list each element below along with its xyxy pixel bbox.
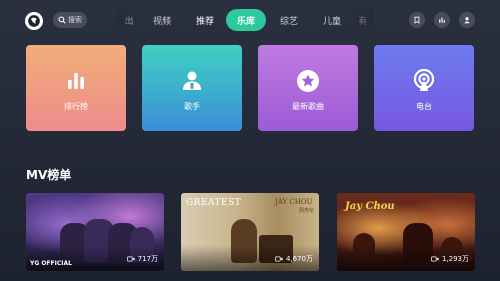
category-card-radio[interactable]: 电台 bbox=[374, 45, 474, 131]
view-count: 1,293万 bbox=[430, 254, 469, 264]
mv-thumbnail-1[interactable]: YG OFFICIAL 717万 bbox=[26, 193, 164, 271]
chart-bars-icon bbox=[63, 68, 89, 94]
tab-variety[interactable]: 综艺 bbox=[266, 9, 312, 31]
bookmark-icon bbox=[414, 16, 420, 24]
category-card-singers[interactable]: 歌手 bbox=[142, 45, 242, 131]
section-title-mv: MV榜单 bbox=[26, 168, 72, 182]
search-button[interactable]: 搜索 bbox=[53, 12, 87, 28]
equalizer-button[interactable] bbox=[434, 12, 450, 28]
tab-kids[interactable]: 儿童 bbox=[312, 9, 352, 31]
category-card-new-songs[interactable]: 最新歌曲 bbox=[258, 45, 358, 131]
profile-button[interactable] bbox=[459, 12, 475, 28]
app-root: 搜索 出 视频 推荐 乐库 综艺 儿童 有 排行榜 歌手 最新歌曲 电台 MV榜… bbox=[0, 0, 500, 281]
equalizer-icon bbox=[439, 17, 445, 23]
bookmark-button[interactable] bbox=[409, 12, 425, 28]
category-card-charts[interactable]: 排行榜 bbox=[26, 45, 126, 131]
view-count-value: 4,670万 bbox=[285, 255, 313, 263]
cover-title-left: GREATEST bbox=[186, 198, 242, 208]
video-camera-icon bbox=[126, 256, 135, 262]
view-count-value: 1,293万 bbox=[441, 255, 469, 263]
category-label: 最新歌曲 bbox=[292, 102, 324, 111]
cover-title: Jay Chou bbox=[345, 201, 395, 212]
tab-recommend[interactable]: 推荐 bbox=[184, 9, 226, 31]
view-count: 4,670万 bbox=[274, 254, 313, 264]
tab-partial-left[interactable]: 出 bbox=[118, 9, 140, 31]
video-camera-icon bbox=[274, 256, 283, 262]
tab-music-library[interactable]: 乐库 bbox=[226, 9, 266, 31]
app-logo-icon[interactable] bbox=[25, 12, 43, 30]
tab-video[interactable]: 视频 bbox=[140, 9, 184, 31]
view-count-value: 717万 bbox=[137, 255, 158, 263]
view-count: 717万 bbox=[126, 254, 158, 264]
category-tabs: 出 视频 推荐 乐库 综艺 儿童 有 bbox=[118, 9, 374, 31]
search-label: 搜索 bbox=[68, 16, 82, 24]
channel-watermark: YG OFFICIAL bbox=[30, 260, 72, 267]
star-disc-icon bbox=[295, 68, 321, 94]
tab-partial-right[interactable]: 有 bbox=[352, 9, 374, 31]
cover-title-right: JAY CHOU bbox=[275, 198, 313, 206]
mv-thumbnail-3[interactable]: Jay Chou 1,293万 bbox=[337, 193, 475, 271]
search-icon bbox=[58, 16, 66, 24]
category-label: 电台 bbox=[416, 102, 432, 111]
singer-icon bbox=[179, 68, 205, 94]
mv-thumbnail-2[interactable]: GREATEST JAY CHOU 周杰伦 4,670万 bbox=[181, 193, 319, 271]
category-label: 歌手 bbox=[184, 102, 200, 111]
radio-icon bbox=[411, 68, 437, 94]
user-icon bbox=[464, 17, 470, 24]
video-camera-icon bbox=[430, 256, 439, 262]
category-label: 排行榜 bbox=[64, 102, 88, 111]
